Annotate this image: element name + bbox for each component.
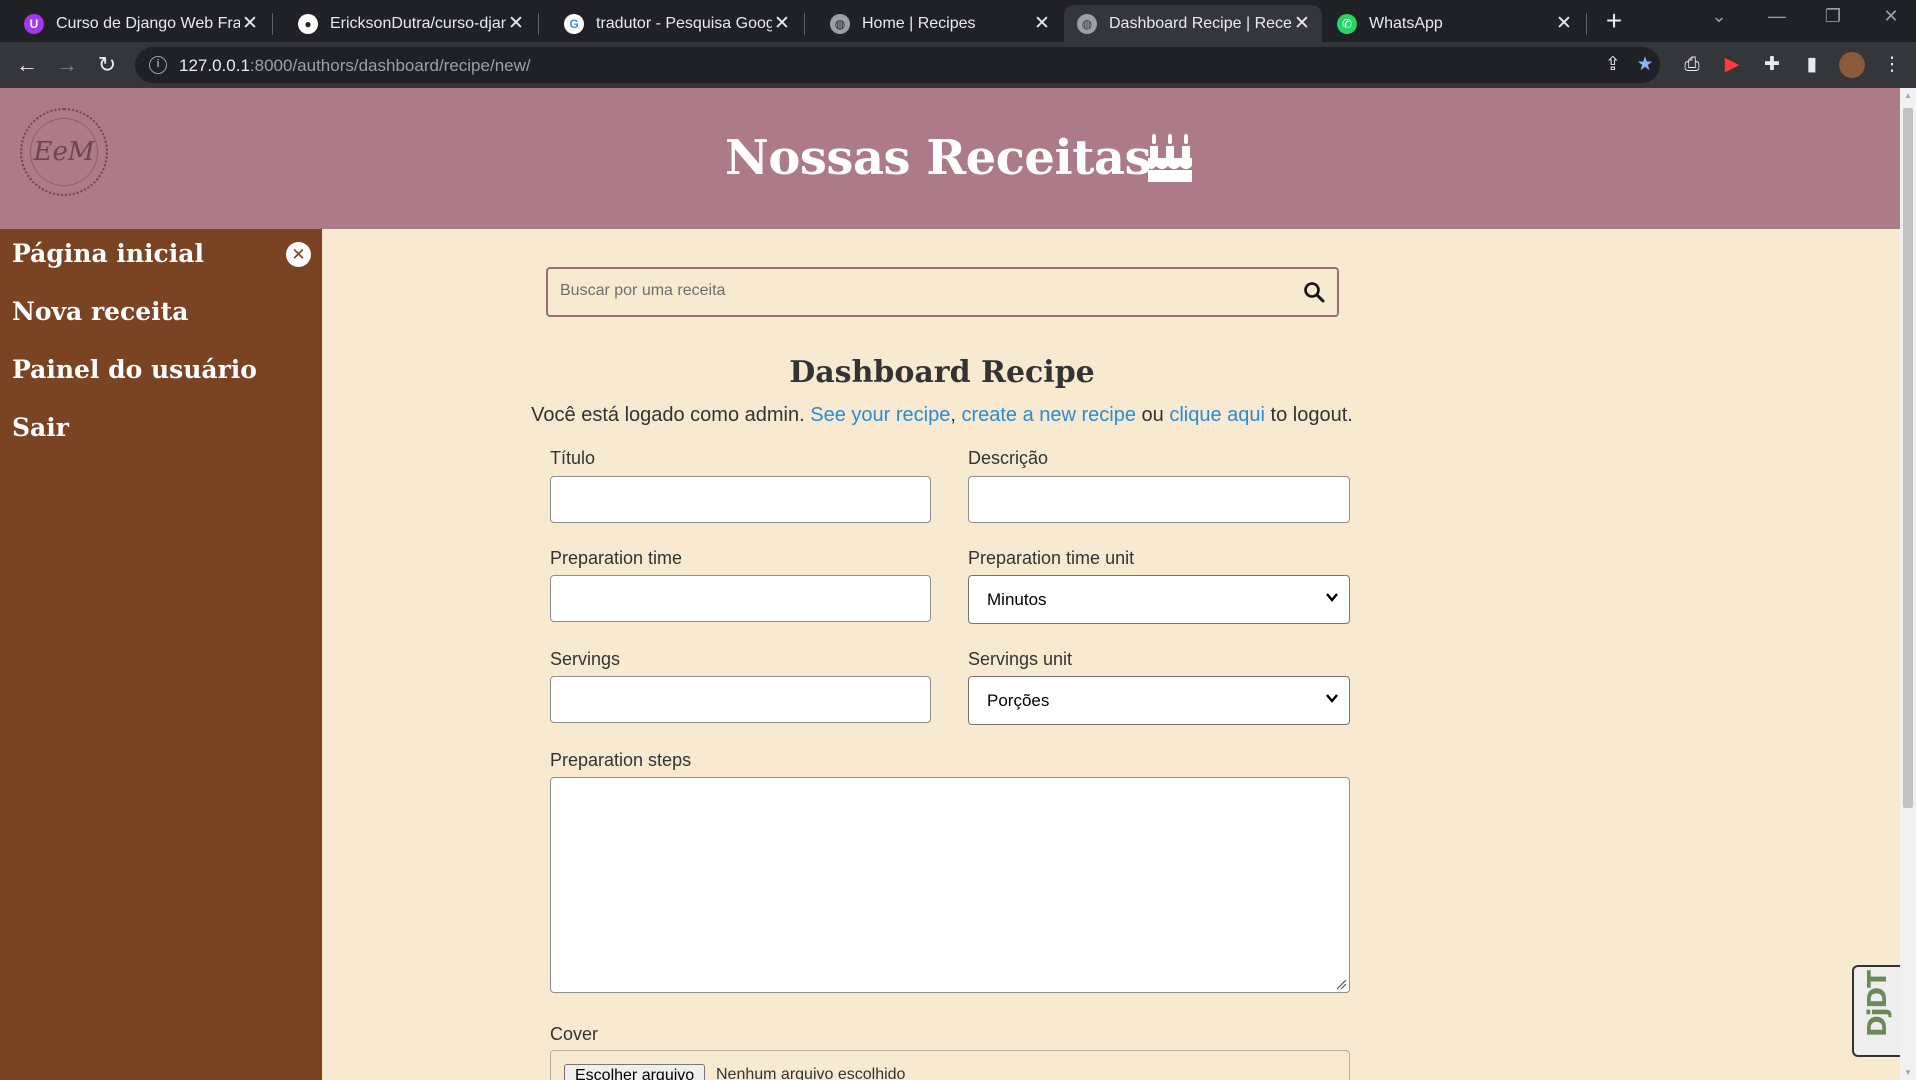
udemy-icon: U (24, 13, 44, 34)
close-menu-button[interactable]: ✕ (286, 242, 311, 267)
sidebar-item-new-recipe[interactable]: Nova receita (12, 297, 188, 326)
djdt-label: DjDT (1863, 971, 1893, 1037)
browser-tab[interactable]: ✆ WhatsApp ✕ (1322, 5, 1584, 42)
extension-printer-icon[interactable]: ⎙ (1679, 52, 1705, 78)
site-info-icon[interactable]: i (149, 56, 167, 74)
preparation-time-field[interactable] (550, 575, 931, 622)
see-recipe-link[interactable]: See your recipe (810, 404, 950, 426)
tab-title: tradutor - Pesquisa Google (596, 14, 772, 32)
extensions-puzzle-icon[interactable]: ✚ (1759, 52, 1785, 78)
share-icon[interactable]: ⇪ (1600, 52, 1626, 78)
description-label: Descrição (968, 448, 1049, 468)
tab-search-icon[interactable]: ⌄ (1694, 6, 1744, 34)
tab-separator (272, 13, 273, 35)
tab-title: EricksonDutra/curso-django (330, 14, 506, 32)
profile-avatar[interactable] (1839, 52, 1865, 78)
browser-toolbar: ← → ↻ i 127.0.0.1:8000/authors/dashboard… (0, 42, 1916, 88)
browser-tab[interactable]: U Curso de Django Web Fram ✕ (0, 5, 270, 42)
google-icon: G (564, 13, 584, 34)
selected-value: Porções (987, 691, 1050, 710)
chevron-down-icon (1326, 694, 1338, 703)
side-panel-icon[interactable]: ▮ (1799, 52, 1825, 78)
scroll-down-arrow-icon[interactable]: ▼ (1900, 1068, 1916, 1077)
preparation-steps-label: Preparation steps (550, 750, 692, 770)
scrollbar-thumb[interactable] (1903, 108, 1913, 808)
tab-title: Home | Recipes (862, 14, 976, 32)
create-recipe-link[interactable]: create a new recipe (961, 404, 1136, 426)
browser-tab[interactable]: G tradutor - Pesquisa Google ✕ (540, 5, 802, 42)
login-status-prefix: Você está logado como admin. (531, 404, 811, 426)
preparation-time-unit-select[interactable]: Minutos (968, 575, 1350, 624)
tab-title: Curso de Django Web Fram (56, 14, 240, 32)
github-icon: ● (298, 13, 318, 34)
search-icon[interactable] (1303, 281, 1325, 303)
search-input[interactable]: Buscar por uma receita (546, 267, 1339, 317)
tab-close-icon[interactable]: ✕ (1292, 12, 1312, 35)
tab-separator (804, 13, 805, 35)
page-title: Dashboard Recipe (789, 355, 1095, 390)
new-tab-button[interactable]: + (1598, 6, 1630, 38)
cover-file-input[interactable]: Escolher arquivo Nenhum arquivo escolhid… (550, 1050, 1350, 1080)
title-label: Título (550, 448, 596, 468)
page-viewport: EeM Nossas Receitas ✕ Página inicial Nov… (0, 88, 1900, 1080)
tab-close-icon[interactable]: ✕ (240, 12, 260, 35)
servings-unit-label: Servings unit (968, 649, 1073, 669)
tab-close-icon[interactable]: ✕ (506, 12, 526, 35)
bookmark-star-icon[interactable]: ★ (1632, 52, 1658, 78)
login-status-suffix: to logout. (1264, 404, 1353, 426)
reload-button[interactable]: ↻ (92, 50, 122, 80)
no-file-chosen-text: Nenhum arquivo escolhido (716, 1066, 906, 1080)
search-placeholder: Buscar por uma receita (560, 282, 726, 299)
browser-tab[interactable]: ◍ Home | Recipes ✕ (806, 5, 1062, 42)
url-text: 127.0.0.1:8000/authors/dashboard/recipe/… (179, 56, 531, 75)
scroll-up-arrow-icon[interactable]: ▲ (1900, 91, 1916, 100)
description-field[interactable] (968, 476, 1350, 523)
extension-youtube-icon[interactable]: ▶ (1719, 52, 1745, 78)
back-button[interactable]: ← (12, 50, 42, 80)
tab-close-icon[interactable]: ✕ (1032, 12, 1052, 35)
tab-close-icon[interactable]: ✕ (1554, 12, 1574, 35)
login-status-text: Você está logado como admin. See your re… (0, 404, 1884, 427)
forward-button[interactable]: → (52, 50, 82, 80)
restore-button[interactable]: ❐ (1808, 6, 1858, 34)
minimize-button[interactable]: — (1752, 6, 1802, 34)
cover-label: Cover (550, 1024, 599, 1044)
tab-close-icon[interactable]: ✕ (772, 12, 792, 35)
browser-tab-active[interactable]: ◍ Dashboard Recipe | Receita ✕ (1064, 5, 1322, 42)
django-debug-toolbar-handle[interactable]: DjDT (1852, 965, 1900, 1057)
title-field[interactable] (550, 476, 931, 523)
selected-value: Minutos (987, 590, 1047, 609)
logout-link[interactable]: clique aqui (1169, 404, 1265, 426)
resize-grip-icon[interactable] (1335, 978, 1347, 990)
browser-tabstrip: U Curso de Django Web Fram ✕ ● EricksonD… (0, 0, 1916, 42)
servings-field[interactable] (550, 676, 931, 723)
whatsapp-icon: ✆ (1337, 13, 1357, 34)
text-separator: , (950, 404, 962, 426)
preparation-time-label: Preparation time (550, 548, 683, 568)
preparation-steps-textarea[interactable] (550, 777, 1350, 993)
servings-unit-select[interactable]: Porções (968, 676, 1350, 725)
servings-label: Servings (550, 649, 621, 669)
choose-file-button[interactable]: Escolher arquivo (564, 1064, 706, 1080)
globe-icon: ◍ (830, 13, 850, 34)
site-header: EeM Nossas Receitas (0, 88, 1900, 229)
text-separator: ou (1135, 404, 1170, 426)
browser-tab[interactable]: ● EricksonDutra/curso-django ✕ (274, 5, 536, 42)
page-scrollbar[interactable]: ▲ ▼ (1900, 88, 1916, 1080)
birthday-cake-icon (1148, 134, 1192, 182)
logo-monogram: EeM (30, 118, 98, 186)
chevron-down-icon (1326, 593, 1338, 602)
tab-separator (1586, 13, 1587, 35)
preparation-time-unit-label: Preparation time unit (968, 548, 1135, 568)
site-title[interactable]: Nossas Receitas (725, 130, 1152, 186)
browser-menu-icon[interactable]: ⋮ (1879, 52, 1905, 78)
tab-title: WhatsApp (1369, 14, 1443, 32)
address-bar[interactable]: i 127.0.0.1:8000/authors/dashboard/recip… (135, 47, 1660, 83)
tab-separator (538, 13, 539, 35)
globe-icon: ◍ (1077, 13, 1097, 34)
tab-title: Dashboard Recipe | Receita (1109, 14, 1292, 32)
site-logo[interactable]: EeM (20, 108, 108, 196)
close-window-button[interactable]: ✕ (1866, 6, 1916, 34)
sidebar-item-home[interactable]: Página inicial (12, 239, 204, 268)
